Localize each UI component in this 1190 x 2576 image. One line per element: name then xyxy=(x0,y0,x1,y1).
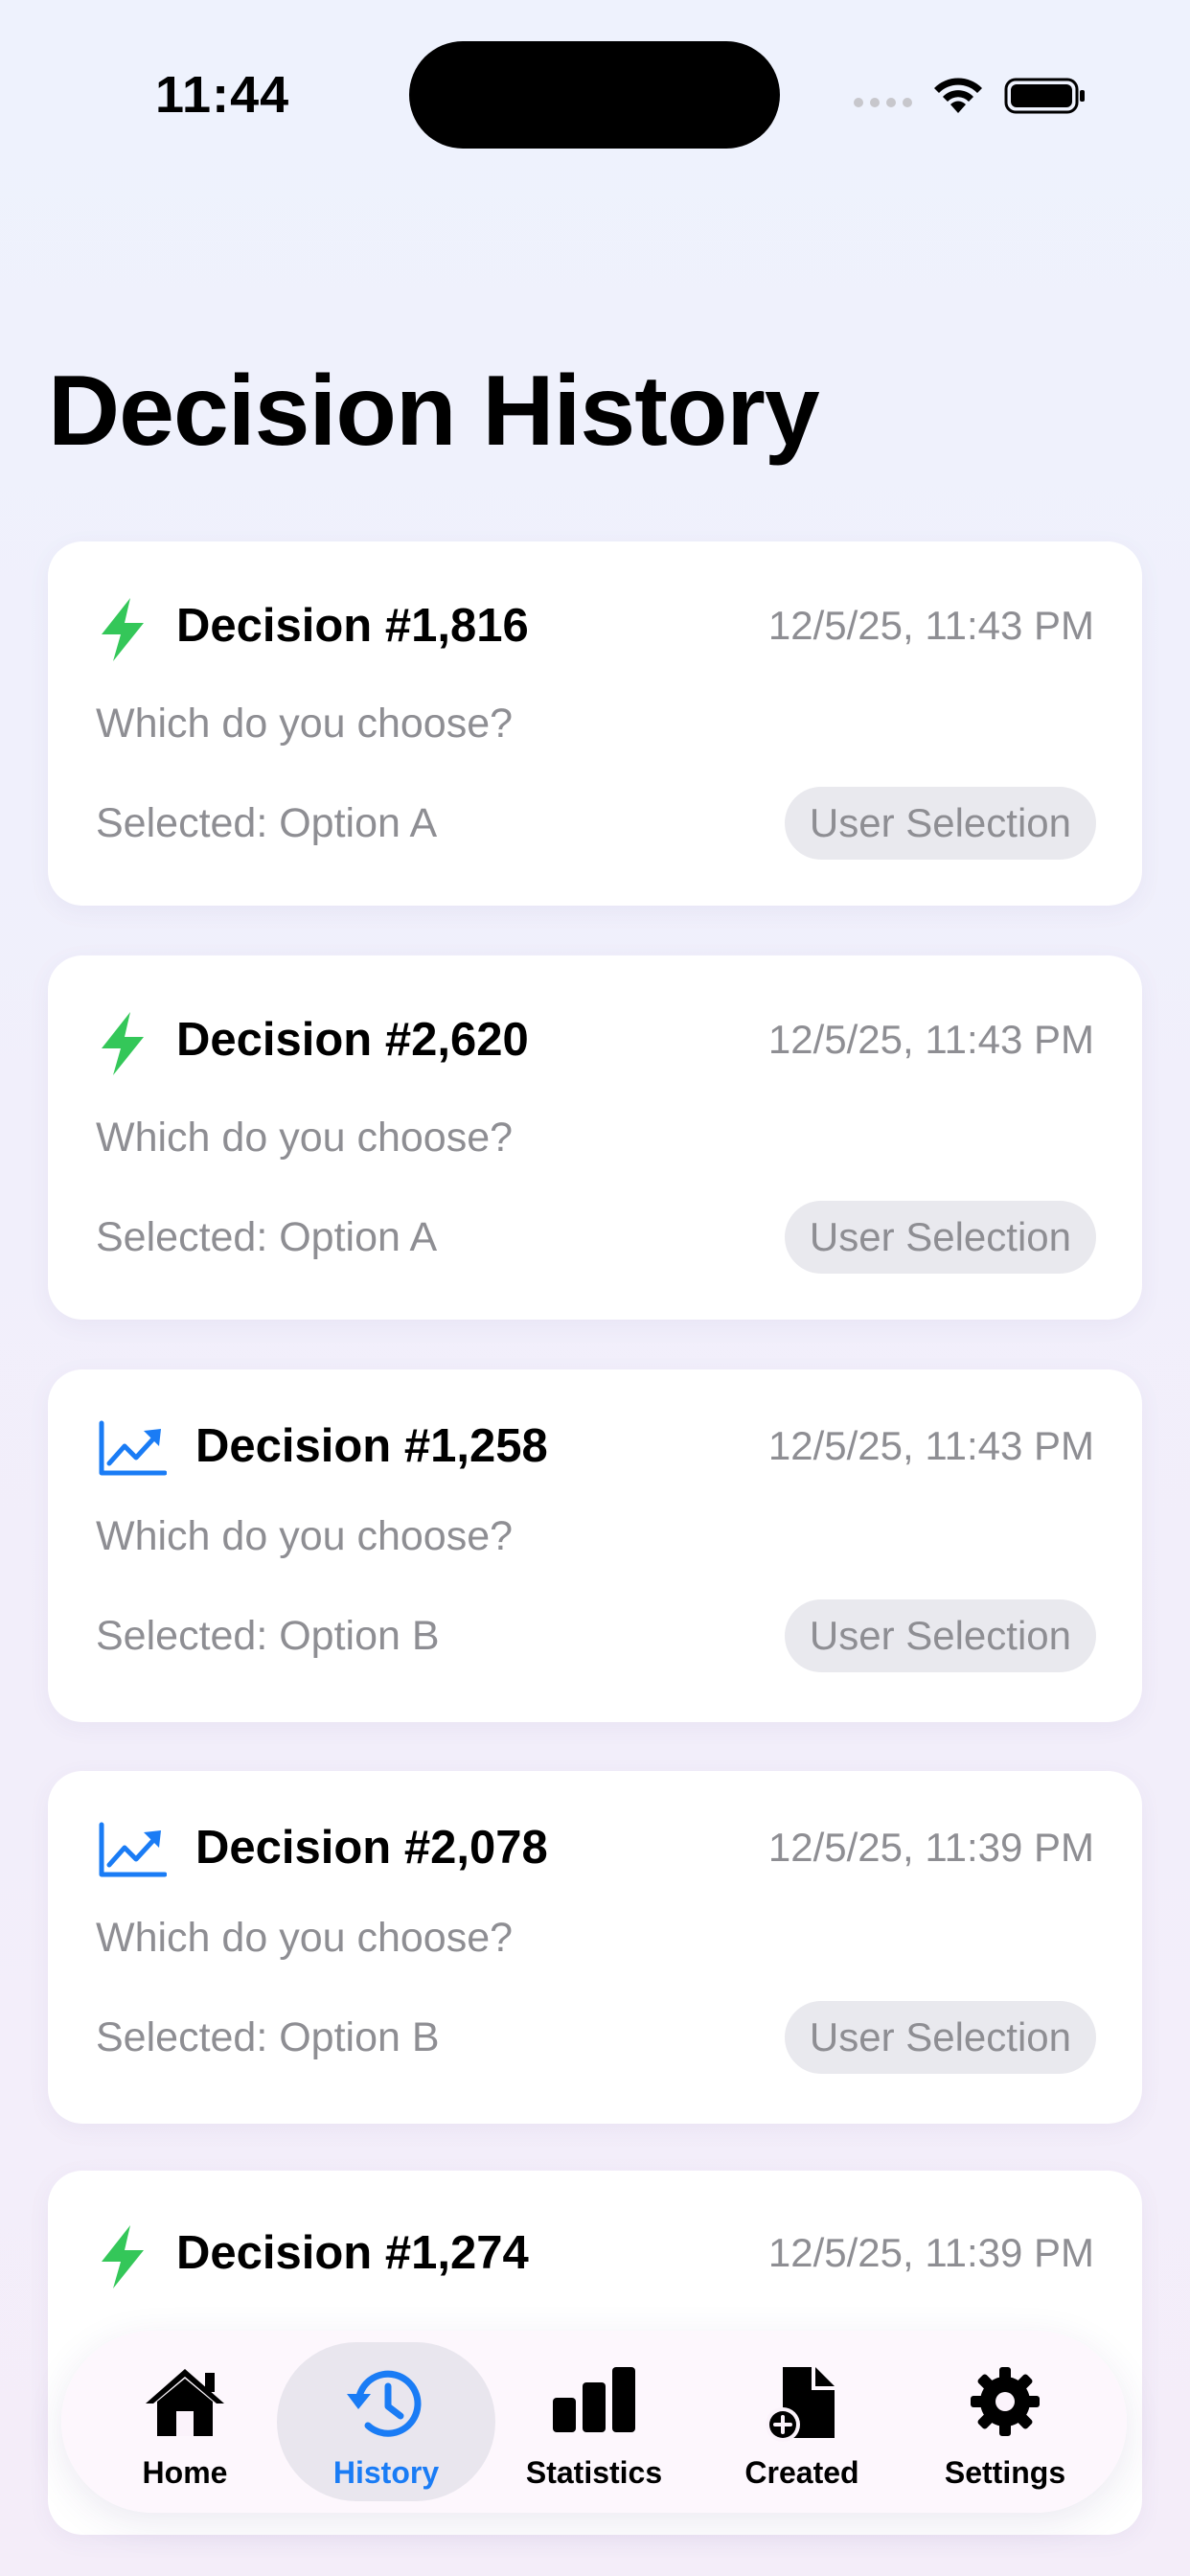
tab-statistics[interactable]: Statistics xyxy=(493,2331,695,2513)
tab-created[interactable]: Created xyxy=(701,2331,903,2513)
dynamic-island xyxy=(409,41,780,149)
decision-title: Decision #1,258 xyxy=(195,1420,548,1472)
decision-date: 12/5/25, 11:43 PM xyxy=(767,603,1094,648)
selected-option: Selected: Option B xyxy=(96,2014,440,2060)
tab-settings[interactable]: Settings xyxy=(904,2331,1106,2513)
decision-question: Which do you choose? xyxy=(96,1513,514,1559)
trend-chart-icon xyxy=(99,1420,167,1476)
selected-option: Selected: Option B xyxy=(96,1613,440,1659)
bar-chart-icon xyxy=(553,2367,635,2432)
tab-history[interactable]: History xyxy=(286,2331,487,2513)
clock-history-icon xyxy=(347,2370,422,2437)
tab-bar: Home History Statistics Created Settings xyxy=(61,2331,1127,2513)
decision-card[interactable]: Decision #1,816 12/5/25, 11:43 PM Which … xyxy=(48,541,1142,906)
trend-chart-icon xyxy=(99,1822,167,1877)
decision-question: Which do you choose? xyxy=(96,1115,514,1161)
wifi-icon xyxy=(934,78,982,113)
selected-option: Selected: Option A xyxy=(96,1214,438,1260)
decision-card[interactable]: Decision #2,078 12/5/25, 11:39 PM Which … xyxy=(48,1771,1142,2124)
bolt-icon xyxy=(102,2225,144,2288)
decision-question: Which do you choose? xyxy=(96,701,514,747)
tab-label: Settings xyxy=(944,2455,1066,2490)
tab-label: Statistics xyxy=(525,2455,663,2490)
tab-label: History xyxy=(332,2455,440,2490)
decision-card[interactable]: Decision #1,258 12/5/25, 11:43 PM Which … xyxy=(48,1369,1142,1722)
cellular-signal-icon xyxy=(854,98,912,107)
selection-badge: User Selection xyxy=(784,787,1096,860)
decision-title: Decision #2,620 xyxy=(176,1014,529,1066)
decision-card[interactable]: Decision #2,620 12/5/25, 11:43 PM Which … xyxy=(48,955,1142,1320)
tab-label: Created xyxy=(744,2455,859,2490)
selection-badge: User Selection xyxy=(784,1201,1096,1274)
decision-date: 12/5/25, 11:39 PM xyxy=(767,2230,1094,2275)
status-time: 11:44 xyxy=(155,66,290,124)
page-title: Decision History xyxy=(48,356,820,467)
decision-date: 12/5/25, 11:39 PM xyxy=(767,1825,1094,1870)
status-bar: 11:44 xyxy=(0,0,1190,192)
decision-date: 12/5/25, 11:43 PM xyxy=(767,1423,1094,1468)
battery-icon xyxy=(1004,78,1085,114)
decision-date: 12/5/25, 11:43 PM xyxy=(767,1017,1094,1062)
decision-question: Which do you choose? xyxy=(96,1915,514,1961)
decision-title: Decision #2,078 xyxy=(195,1822,548,1874)
tab-home[interactable]: Home xyxy=(84,2331,286,2513)
bolt-icon xyxy=(102,1012,144,1075)
document-add-icon xyxy=(766,2367,835,2442)
tab-label: Home xyxy=(142,2455,228,2490)
selection-badge: User Selection xyxy=(784,1599,1096,1672)
gear-icon xyxy=(971,2367,1040,2436)
house-icon xyxy=(146,2369,224,2436)
selected-option: Selected: Option A xyxy=(96,800,438,846)
bolt-icon xyxy=(102,598,144,661)
decision-title: Decision #1,274 xyxy=(176,2227,529,2279)
selection-badge: User Selection xyxy=(784,2001,1096,2074)
decision-title: Decision #1,816 xyxy=(176,600,529,652)
